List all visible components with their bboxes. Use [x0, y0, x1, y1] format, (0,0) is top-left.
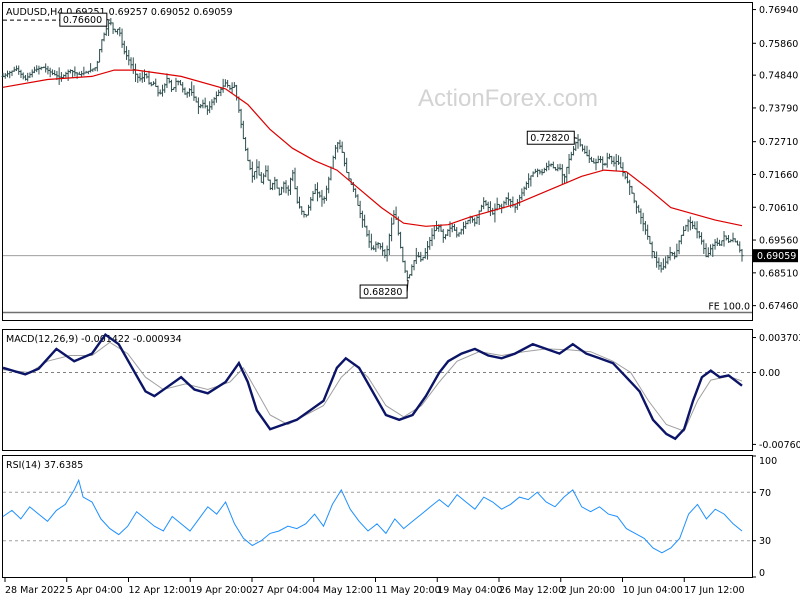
x-tick-label: 19 May 04:00: [437, 585, 502, 596]
x-tick-label: 26 May 12:00: [499, 585, 564, 596]
rsi-panel-header: RSI(14) 37.6385: [6, 460, 83, 471]
price-annotation: 0.72820: [526, 130, 578, 145]
x-tick-label: 11 May 20:00: [376, 585, 441, 596]
x-tick-label: 28 Mar 2022: [5, 585, 65, 596]
macd-y-tick-label: 0.00: [759, 368, 780, 379]
macd-y-tick-label: -0.007608: [759, 440, 800, 451]
rsi-y-tick-label: 100: [759, 456, 777, 467]
rsi-y-tick-label: 70: [759, 488, 771, 499]
price-y-tick-label: 0.67460: [759, 301, 798, 312]
x-tick-label: 5 Apr 04:00: [67, 585, 123, 596]
price-y-tick-label: 0.68510: [759, 268, 798, 279]
macd-y-tick-label: 0.003703: [759, 333, 800, 344]
current-price-label: 0.69059: [757, 251, 796, 262]
x-tick-label: 19 Apr 20:00: [190, 585, 252, 596]
x-tick-label: 2 Jun 20:00: [561, 585, 615, 596]
fe-level-label: FE 100.0: [708, 302, 750, 313]
x-tick-label: 10 Jun 04:00: [623, 585, 683, 596]
x-tick-label: 27 Apr 04:00: [252, 585, 314, 596]
x-tick-label: 12 Apr 12:00: [129, 585, 191, 596]
price-y-tick-label: 0.75860: [759, 39, 798, 50]
price-annotation-label: 0.76600: [63, 15, 102, 26]
rsi-y-tick-label: 0: [759, 568, 765, 579]
price-y-tick-label: 0.76940: [759, 5, 798, 16]
watermark: ActionForex.com: [418, 85, 598, 112]
x-tick-label: 17 Jun 12:00: [684, 585, 744, 596]
current-price-marker: 0.69059: [753, 249, 798, 263]
price-panel-header: AUDUSD,H4 0.69251 0.69257 0.69052 0.6905…: [6, 7, 233, 18]
x-tick-label: 4 May 12:00: [314, 585, 373, 596]
price-y-tick-label: 0.69560: [759, 236, 798, 247]
price-y-tick-label: 0.70610: [759, 203, 798, 214]
price-y-tick-label: 0.73790: [759, 103, 798, 114]
price-y-tick-label: 0.72710: [759, 137, 798, 148]
macd-panel-header: MACD(12,26,9) -0.001422 -0.000934: [6, 334, 182, 345]
price-y-tick-label: 0.71660: [759, 170, 798, 181]
chart-window: ActionForex.com AUDUSD,H4 0.69251 0.6925…: [0, 0, 800, 600]
chart-background: [0, 0, 800, 600]
price-annotation-label: 0.68280: [363, 287, 402, 298]
price-annotation-label: 0.72820: [530, 133, 569, 144]
rsi-y-tick-label: 30: [759, 536, 771, 547]
price-y-tick-label: 0.74840: [759, 71, 798, 82]
